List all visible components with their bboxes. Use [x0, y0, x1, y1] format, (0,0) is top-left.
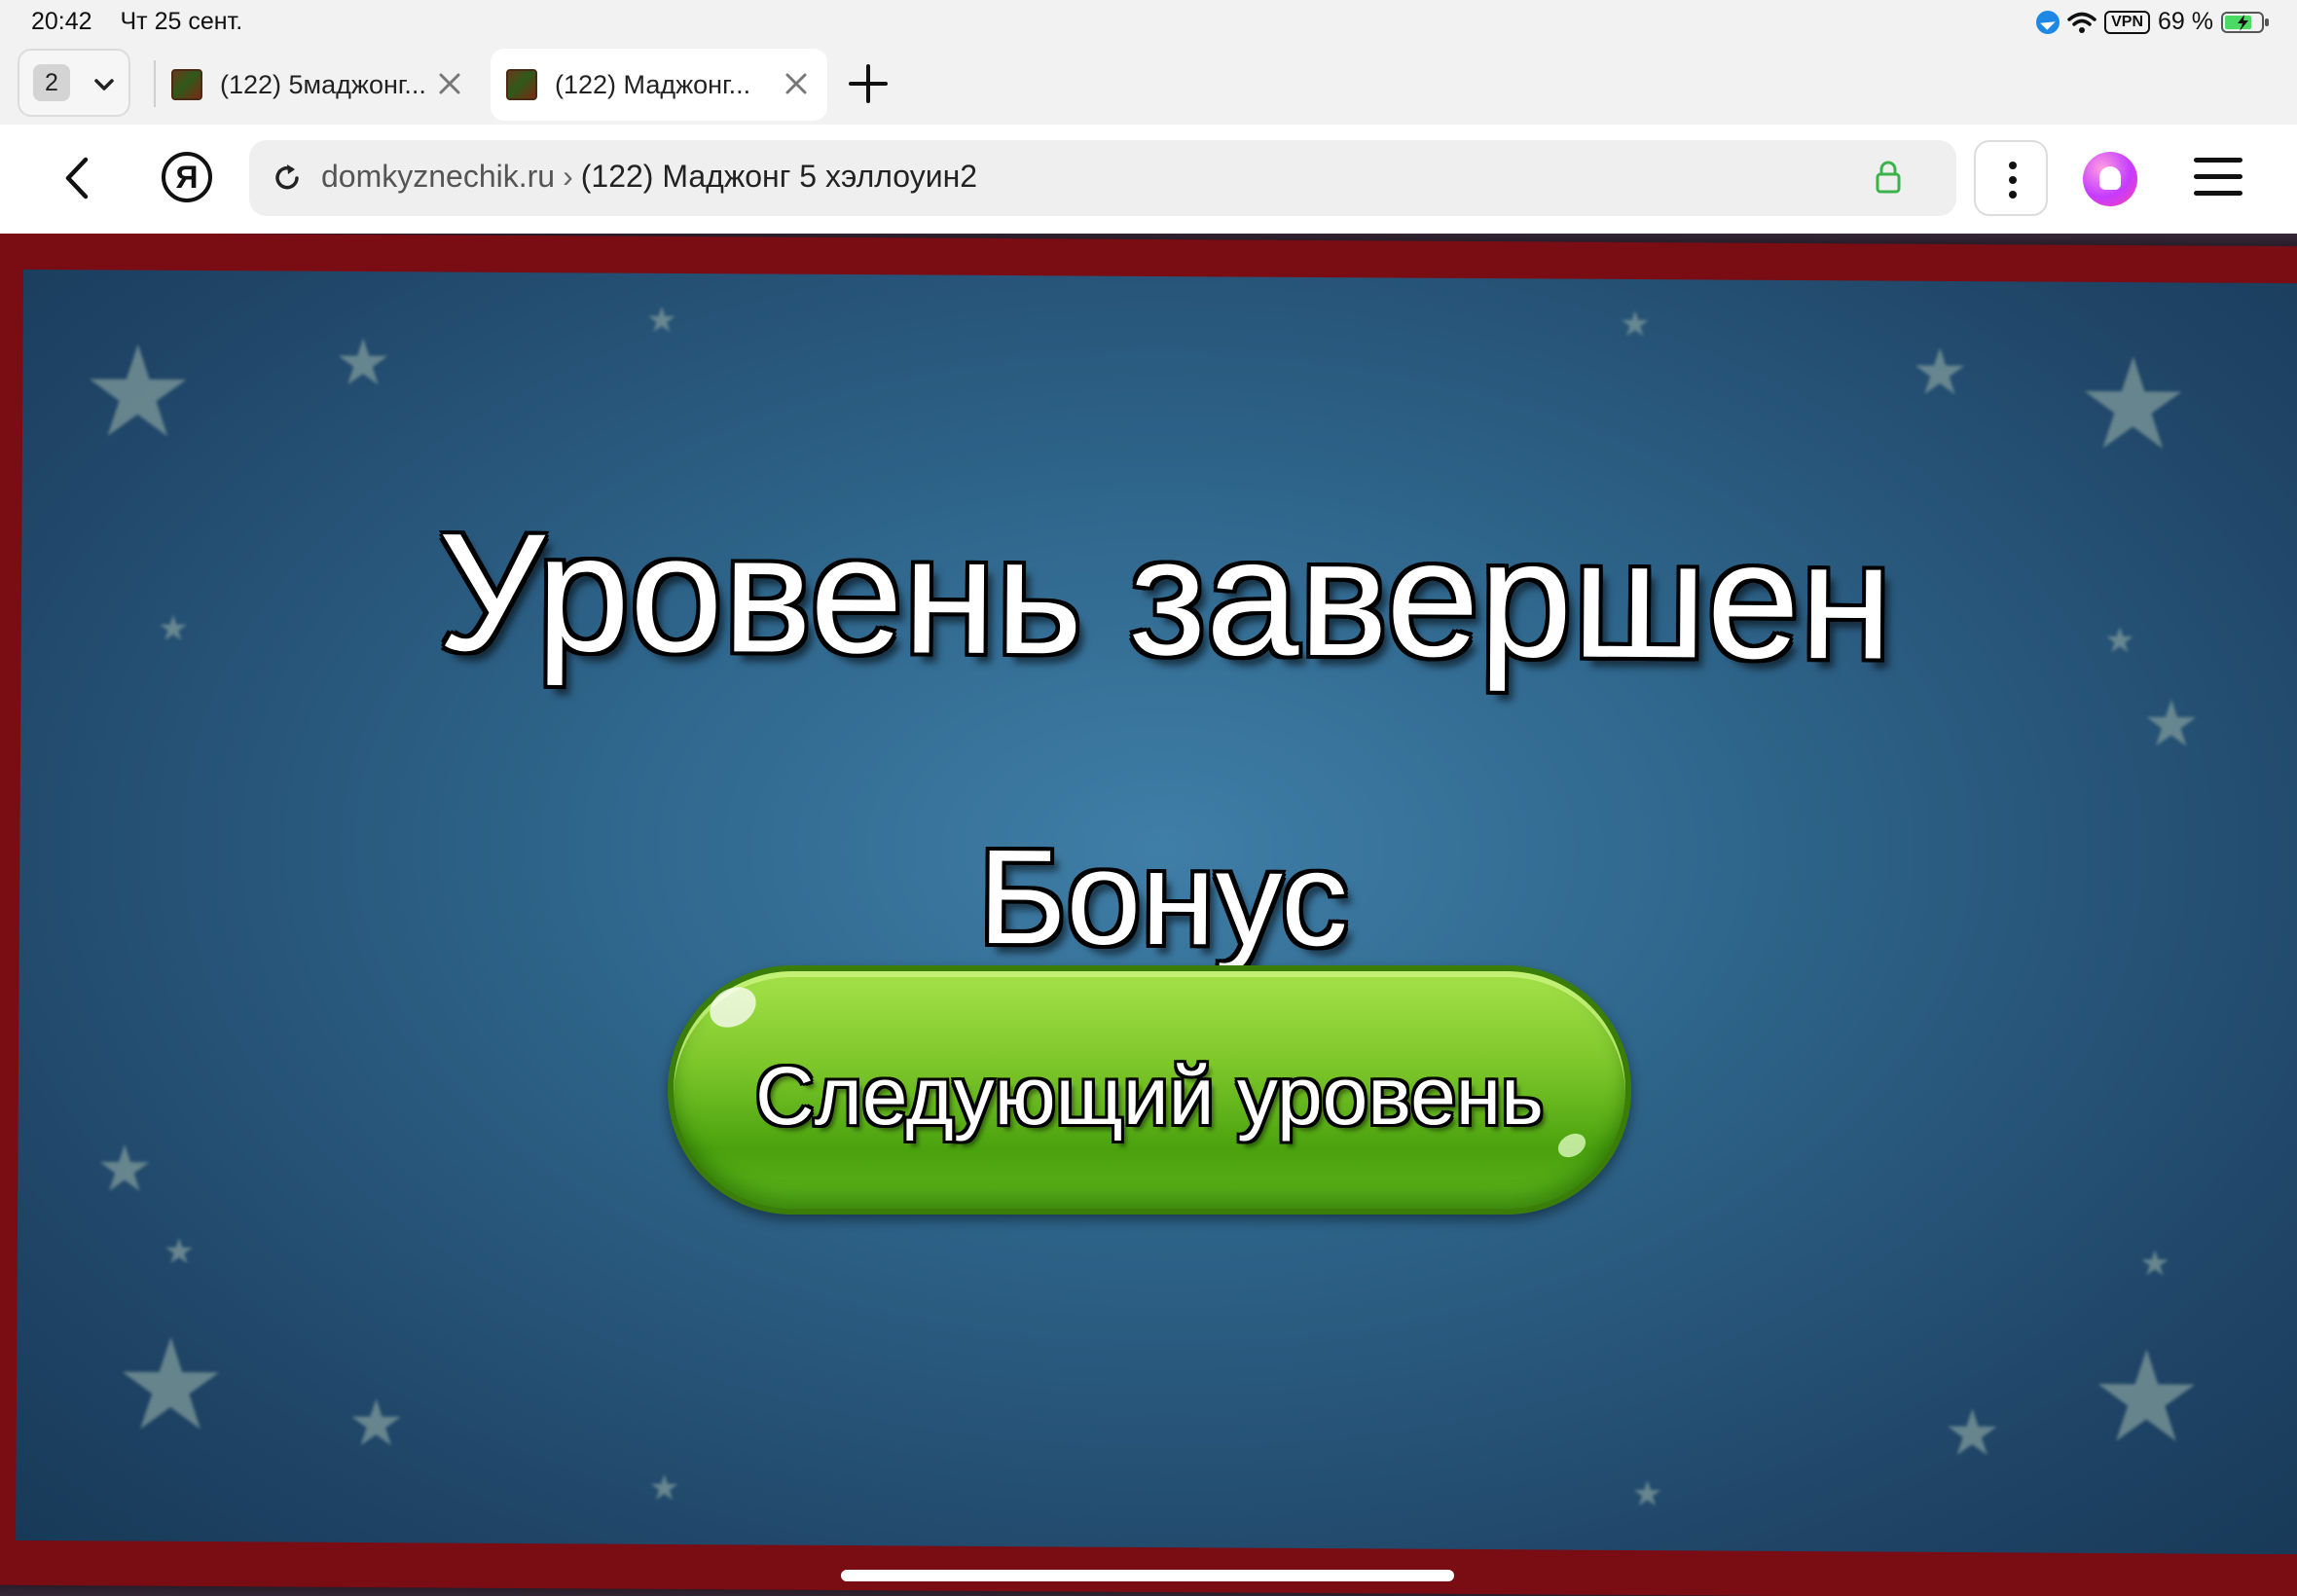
alice-icon[interactable] — [2083, 152, 2137, 206]
star-icon: ★ — [1631, 1472, 1663, 1514]
star-icon: ★ — [334, 325, 392, 399]
lock-icon[interactable] — [1875, 160, 1902, 195]
address-bar[interactable]: domkyznechik.ru › (122) Маджонг 5 хэллоуин… — [249, 140, 1956, 216]
star-icon: ★ — [2138, 1243, 2171, 1284]
tab-title: (122) Маджонг... — [555, 70, 751, 99]
star-icon: ★ — [648, 1467, 680, 1508]
url-page-title: (122) Маджонг 5 хэллоуин2 — [580, 159, 978, 194]
next-level-button[interactable]: Следующий уровень — [668, 965, 1631, 1215]
yandex-home-button[interactable]: Я — [162, 152, 212, 202]
navigation-bar: Я domkyznechik.ru › (122) Маджонг 5 хэллоу… — [0, 125, 2297, 234]
next-level-label: Следующий уровень — [755, 1050, 1544, 1142]
star-icon: ★ — [645, 299, 678, 340]
url-text: domkyznechik.ru › (122) Маджонг 5 хэллоуин… — [321, 159, 977, 195]
game-area: ★ ★ ★ ★ ★ ★ ★ ★ ★ ★ ★ ★ ★ ★ ★ ★ ★ ★ Уров… — [0, 234, 2297, 1596]
tab-switcher-button[interactable]: 2 — [18, 49, 130, 117]
tab-bar: 2 (122) 5маджонг... (122) Маджонг... — [0, 45, 2297, 125]
tab-count: 2 — [33, 64, 70, 101]
close-icon[interactable] — [783, 70, 810, 97]
favicon-icon — [171, 69, 202, 100]
bonus-label: Бонус — [977, 821, 1349, 975]
favicon-icon — [506, 69, 537, 100]
battery-percent: 69 % — [2158, 8, 2213, 35]
chevron-down-icon — [94, 79, 114, 91]
star-icon: ★ — [2089, 1324, 2204, 1469]
status-right: VPN 69 % — [2036, 8, 2270, 36]
star-icon: ★ — [1943, 1396, 2002, 1469]
tab-mahjong-5[interactable]: (122) 5маджонг... — [156, 49, 481, 121]
status-left: 20:42 Чт 25 сент. — [31, 8, 264, 36]
level-complete-dialog: ★ ★ ★ ★ ★ ★ ★ ★ ★ ★ ★ ★ ★ ★ ★ ★ ★ ★ Уров… — [0, 234, 2297, 1596]
reload-icon[interactable] — [271, 162, 304, 195]
battery-icon — [2221, 11, 2269, 33]
star-icon: ★ — [1619, 303, 1652, 345]
status-date: Чт 25 сент. — [120, 8, 243, 35]
star-icon: ★ — [113, 1313, 229, 1457]
hamburger-icon[interactable] — [2194, 158, 2242, 197]
status-time: 20:42 — [31, 8, 92, 35]
star-icon: ★ — [2142, 687, 2201, 760]
location-icon — [2036, 10, 2060, 34]
level-complete-title: Уровень завершен — [437, 498, 1893, 695]
plus-icon[interactable] — [847, 62, 890, 105]
star-icon: ★ — [2075, 332, 2191, 476]
tab-title: (122) 5маджонг... — [220, 70, 426, 99]
star-icon: ★ — [346, 1386, 406, 1460]
url-separator: › — [563, 159, 573, 194]
vpn-badge: VPN — [2104, 10, 2151, 34]
home-indicator[interactable] — [841, 1570, 1454, 1581]
tab-mahjong-active[interactable]: (122) Маджонг... — [491, 49, 827, 121]
url-domain: domkyznechik.ru — [321, 159, 556, 194]
star-icon: ★ — [80, 320, 196, 463]
wifi-icon — [2067, 12, 2096, 33]
star-icon: ★ — [1911, 335, 1969, 409]
status-bar: 20:42 Чт 25 сент. VPN 69 % — [0, 0, 2297, 45]
star-icon: ★ — [163, 1230, 196, 1271]
close-icon[interactable] — [436, 70, 463, 97]
dialog-panel: ★ ★ ★ ★ ★ ★ ★ ★ ★ ★ ★ ★ ★ ★ ★ ★ ★ ★ Уров… — [16, 269, 2297, 1555]
star-icon: ★ — [95, 1132, 154, 1205]
back-arrow-icon[interactable] — [55, 154, 103, 202]
more-vertical-icon[interactable] — [1974, 140, 2048, 216]
